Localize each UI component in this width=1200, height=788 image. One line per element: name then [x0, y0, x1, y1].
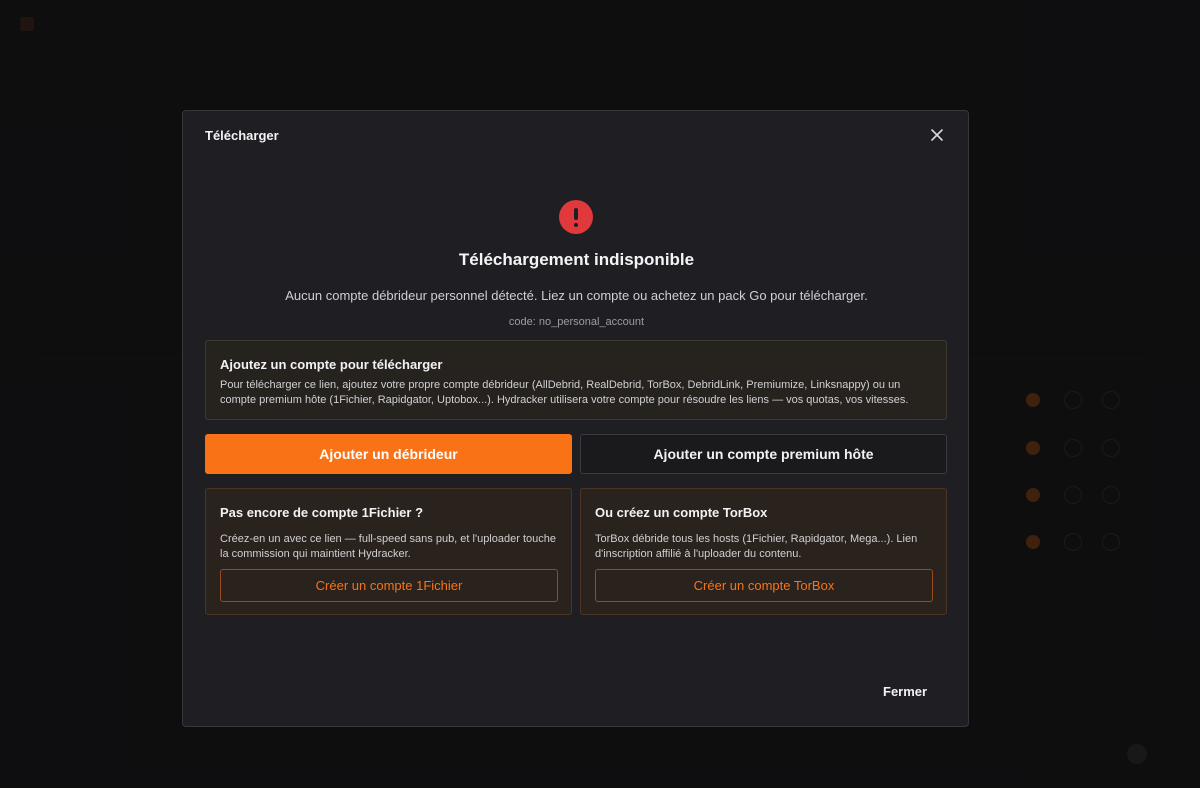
- info-box-description: Pour télécharger ce lien, ajoutez votre …: [220, 379, 909, 406]
- download-modal: Télécharger Téléchargement indisponible …: [182, 110, 969, 727]
- modal-title: Télécharger: [205, 128, 279, 143]
- create-1fichier-button[interactable]: Créer un compte 1Fichier: [220, 569, 558, 602]
- close-text-button[interactable]: Fermer: [883, 684, 927, 699]
- add-debrider-button[interactable]: Ajouter un débrideur: [205, 434, 572, 474]
- create-torbox-button[interactable]: Créer un compte TorBox: [595, 569, 933, 602]
- card-1fichier-description: Créez-en un avec ce lien — full-speed sa…: [220, 533, 556, 560]
- modal-heading: Téléchargement indisponible: [458, 250, 695, 269]
- error-code: code: no_personal_account: [183, 316, 970, 328]
- add-premium-host-button[interactable]: Ajouter un compte premium hôte: [580, 434, 947, 474]
- error-code-value: no_personal_account: [538, 316, 645, 328]
- card-1fichier: Pas encore de compte 1Fichier ? Créez-en…: [205, 488, 572, 615]
- info-box-title: Ajoutez un compte pour télécharger: [220, 357, 443, 372]
- info-box: Ajoutez un compte pour télécharger Pour …: [205, 340, 947, 420]
- card-torbox-title: Ou créez un compte TorBox: [595, 505, 768, 520]
- card-torbox: Ou créez un compte TorBox TorBox débride…: [580, 488, 947, 615]
- card-torbox-description: TorBox débride tous les hosts (1Fichier,…: [595, 533, 918, 560]
- card-1fichier-title: Pas encore de compte 1Fichier ?: [220, 505, 424, 520]
- close-button[interactable]: [927, 125, 947, 145]
- close-icon: [931, 129, 943, 141]
- modal-message: Aucun compte débrideur personnel détecté…: [285, 288, 868, 303]
- exclamation-circle-icon: [559, 200, 593, 234]
- error-code-label: code:: [508, 316, 536, 328]
